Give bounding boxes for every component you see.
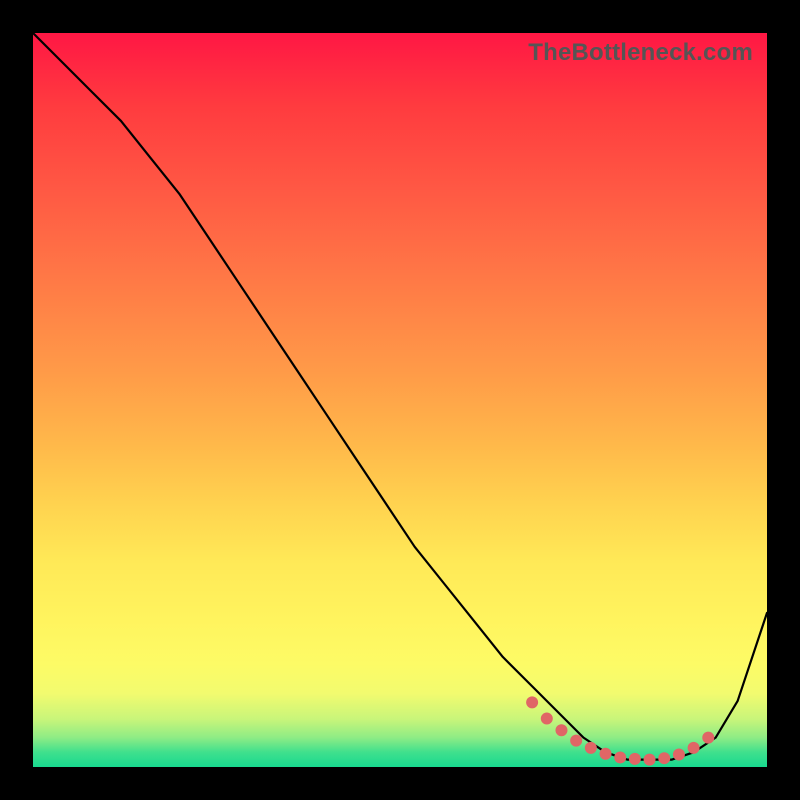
chart-plot-area: TheBottleneck.com [33, 33, 767, 767]
marker-dot [629, 753, 641, 765]
marker-dot [555, 724, 567, 736]
marker-dot [673, 749, 685, 761]
chart-stage: TheBottleneck.com [0, 0, 800, 800]
chart-svg [33, 33, 767, 767]
marker-dot [526, 696, 538, 708]
bottleneck-curve [33, 33, 767, 760]
marker-dot [644, 754, 656, 766]
marker-dot [600, 748, 612, 760]
marker-dot [570, 735, 582, 747]
marker-dot [614, 751, 626, 763]
marker-dot [688, 742, 700, 754]
marker-dot [541, 713, 553, 725]
marker-dot [658, 752, 670, 764]
marker-dot [585, 742, 597, 754]
marker-dot [702, 732, 714, 744]
